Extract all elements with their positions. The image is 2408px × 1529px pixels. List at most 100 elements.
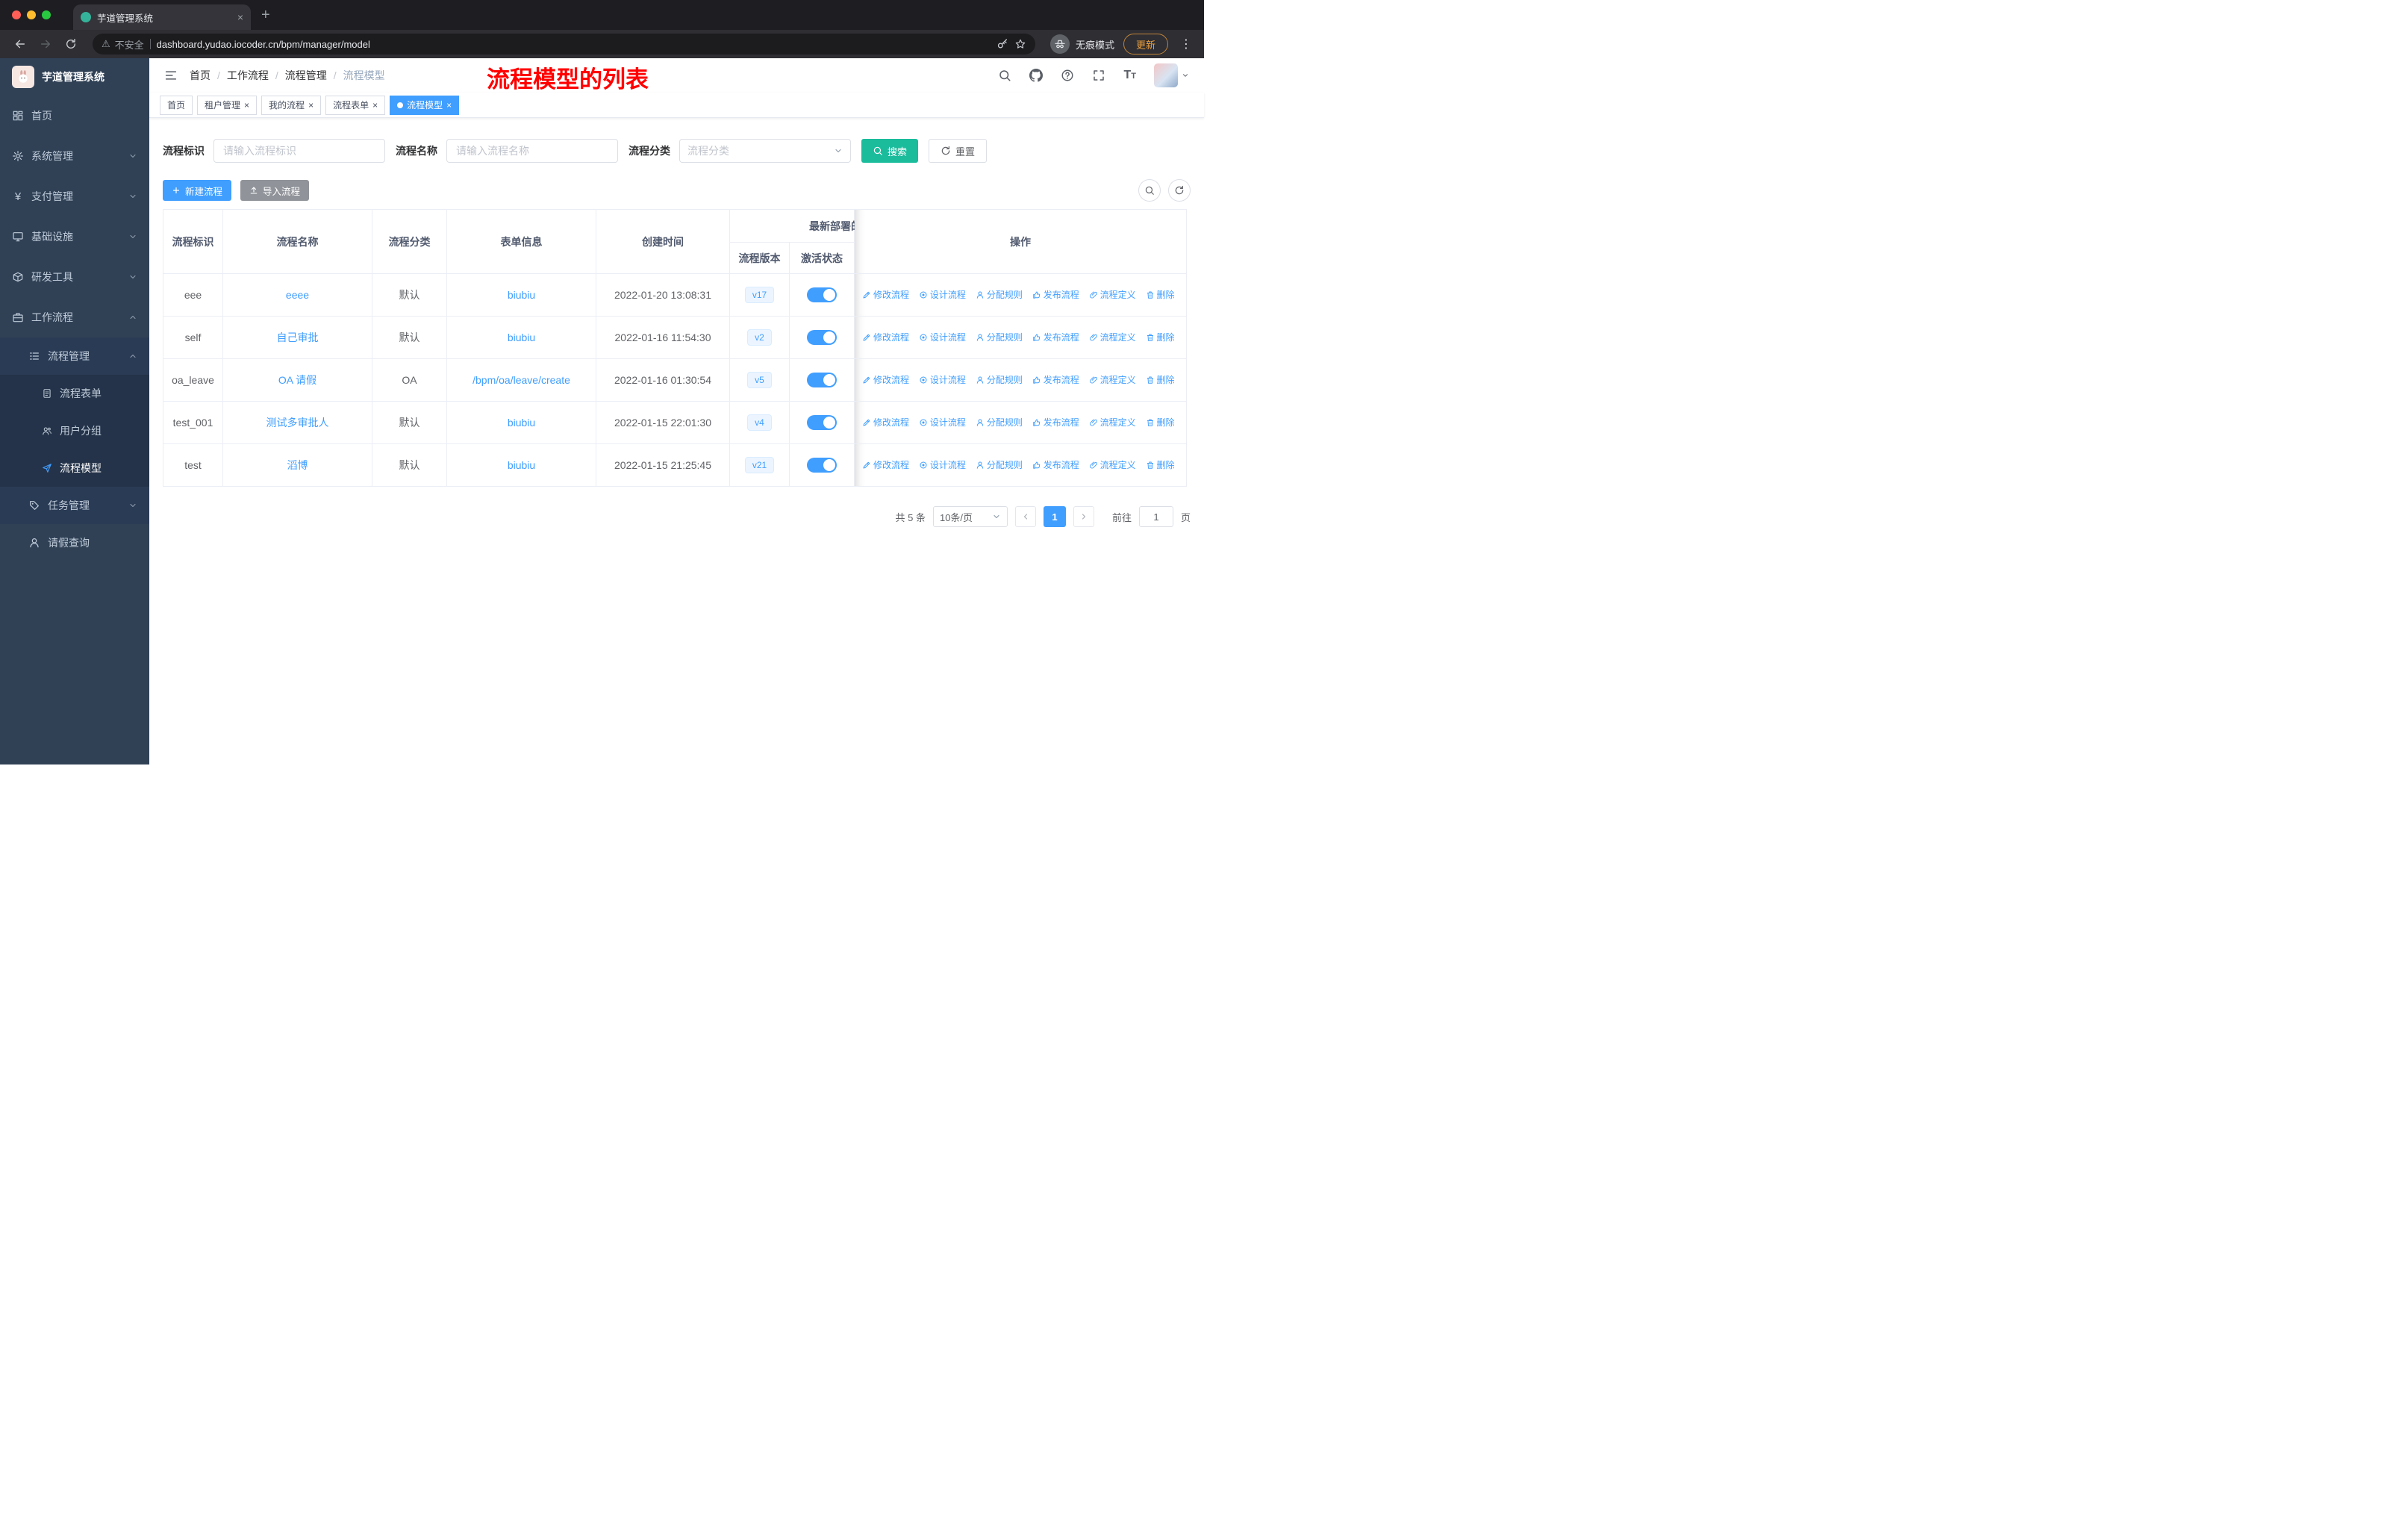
user-menu[interactable]: [1154, 63, 1189, 87]
sidebar-item-dev-tools[interactable]: 研发工具: [0, 257, 149, 297]
search-icon[interactable]: [998, 69, 1011, 82]
sidebar-item-user-group[interactable]: 用户分组: [0, 412, 149, 449]
sidebar-item-process-model[interactable]: 流程模型: [0, 449, 149, 487]
url-text[interactable]: dashboard.yudao.iocoder.cn/bpm/manager/m…: [157, 39, 991, 50]
action-assign-rule[interactable]: 分配规则: [976, 458, 1023, 471]
process-name-link[interactable]: eeee: [286, 289, 309, 301]
action-delete[interactable]: 删除: [1146, 373, 1175, 386]
font-size-icon[interactable]: TT: [1123, 69, 1136, 82]
action-delete[interactable]: 删除: [1146, 331, 1175, 343]
sidebar-item-leave-query[interactable]: 请假查询: [0, 524, 149, 561]
goto-page-input[interactable]: [1138, 506, 1173, 527]
action-process-definition[interactable]: 流程定义: [1089, 373, 1136, 386]
action-assign-rule[interactable]: 分配规则: [976, 331, 1023, 343]
action-process-definition[interactable]: 流程定义: [1089, 288, 1136, 301]
active-toggle[interactable]: [807, 287, 837, 302]
tag-my-process[interactable]: 我的流程: [261, 95, 322, 115]
process-key-input[interactable]: [213, 139, 385, 163]
action-design-process[interactable]: 设计流程: [919, 458, 966, 471]
action-publish-process[interactable]: 发布流程: [1032, 416, 1079, 429]
action-edit-process[interactable]: 修改流程: [862, 416, 909, 429]
active-toggle[interactable]: [807, 330, 837, 345]
action-design-process[interactable]: 设计流程: [919, 331, 966, 343]
process-name-link[interactable]: 滔博: [287, 459, 308, 471]
create-process-button[interactable]: 新建流程: [163, 180, 232, 201]
sidebar-item-task-management[interactable]: 任务管理: [0, 487, 149, 524]
tag-tenant[interactable]: 租户管理: [197, 95, 258, 115]
breadcrumb-item[interactable]: 工作流程: [227, 68, 269, 83]
form-info-link[interactable]: biubiu: [508, 331, 535, 343]
incognito-chip[interactable]: 无痕模式: [1049, 34, 1114, 54]
refresh-table-button[interactable]: [1168, 179, 1191, 202]
app-logo[interactable]: 芋道管理系统: [0, 58, 149, 96]
sidebar-item-home[interactable]: 首页: [0, 96, 149, 136]
tab-close-icon[interactable]: [237, 11, 243, 23]
page-number-current[interactable]: 1: [1043, 506, 1066, 527]
action-publish-process[interactable]: 发布流程: [1032, 458, 1079, 471]
bookmark-star-icon[interactable]: [1014, 38, 1026, 50]
tag-process-form[interactable]: 流程表单: [325, 95, 386, 115]
github-icon[interactable]: [1029, 69, 1043, 82]
form-info-link[interactable]: /bpm/oa/leave/create: [472, 374, 570, 386]
action-process-definition[interactable]: 流程定义: [1089, 331, 1136, 343]
action-publish-process[interactable]: 发布流程: [1032, 331, 1079, 343]
import-process-button[interactable]: 导入流程: [240, 180, 310, 201]
active-toggle[interactable]: [807, 373, 837, 387]
sidebar-item-workflow[interactable]: 工作流程: [0, 297, 149, 337]
breadcrumb-item[interactable]: 首页: [190, 68, 210, 83]
close-icon[interactable]: [446, 100, 452, 110]
search-button[interactable]: 搜索: [861, 139, 919, 163]
reset-button[interactable]: 重置: [929, 139, 988, 163]
form-info-link[interactable]: biubiu: [508, 417, 535, 429]
minimize-window-button[interactable]: [27, 10, 36, 19]
action-edit-process[interactable]: 修改流程: [862, 373, 909, 386]
next-page-button[interactable]: [1073, 506, 1094, 527]
action-process-definition[interactable]: 流程定义: [1089, 416, 1136, 429]
action-assign-rule[interactable]: 分配规则: [976, 416, 1023, 429]
forward-button[interactable]: [34, 33, 57, 55]
help-icon[interactable]: [1061, 69, 1074, 82]
page-size-select[interactable]: 10条/页: [932, 506, 1008, 527]
close-window-button[interactable]: [12, 10, 21, 19]
site-security-chip[interactable]: ⚠ 不安全: [102, 37, 144, 52]
process-name-input[interactable]: [446, 139, 618, 163]
browser-update-button[interactable]: 更新: [1123, 34, 1168, 55]
process-category-select[interactable]: 流程分类: [679, 139, 851, 163]
fullscreen-icon[interactable]: [1092, 69, 1105, 82]
sidebar-item-system[interactable]: 系统管理: [0, 136, 149, 176]
process-name-link[interactable]: 自己审批: [277, 331, 319, 343]
active-toggle[interactable]: [807, 458, 837, 473]
breadcrumb-item[interactable]: 流程管理: [285, 68, 327, 83]
action-publish-process[interactable]: 发布流程: [1032, 288, 1079, 301]
action-delete[interactable]: 删除: [1146, 288, 1175, 301]
toggle-search-button[interactable]: [1138, 179, 1161, 202]
sidebar-item-process-form[interactable]: 流程表单: [0, 375, 149, 412]
collapse-sidebar-icon[interactable]: [164, 69, 178, 82]
address-bar[interactable]: ⚠ 不安全 dashboard.yudao.iocoder.cn/bpm/man…: [93, 34, 1035, 55]
zoom-window-button[interactable]: [42, 10, 51, 19]
key-icon[interactable]: [996, 38, 1008, 50]
process-name-link[interactable]: 测试多审批人: [266, 417, 329, 429]
action-design-process[interactable]: 设计流程: [919, 373, 966, 386]
prev-page-button[interactable]: [1014, 506, 1036, 527]
browser-tab[interactable]: 芋道管理系统: [73, 4, 251, 30]
reload-button[interactable]: [60, 33, 82, 55]
action-publish-process[interactable]: 发布流程: [1032, 373, 1079, 386]
close-icon[interactable]: [244, 100, 249, 110]
action-edit-process[interactable]: 修改流程: [862, 458, 909, 471]
active-toggle[interactable]: [807, 415, 837, 430]
back-button[interactable]: [9, 33, 31, 55]
action-edit-process[interactable]: 修改流程: [862, 288, 909, 301]
sidebar-item-process-management[interactable]: 流程管理: [0, 337, 149, 375]
action-delete[interactable]: 删除: [1146, 458, 1175, 471]
action-design-process[interactable]: 设计流程: [919, 288, 966, 301]
new-tab-button[interactable]: [251, 7, 281, 24]
close-icon[interactable]: [372, 100, 378, 110]
sidebar-item-infrastructure[interactable]: 基础设施: [0, 217, 149, 257]
process-name-link[interactable]: OA 请假: [278, 374, 316, 386]
form-info-link[interactable]: biubiu: [508, 289, 535, 301]
close-icon[interactable]: [308, 100, 314, 110]
action-assign-rule[interactable]: 分配规则: [976, 288, 1023, 301]
action-process-definition[interactable]: 流程定义: [1089, 458, 1136, 471]
tag-process-model[interactable]: 流程模型: [390, 95, 460, 115]
